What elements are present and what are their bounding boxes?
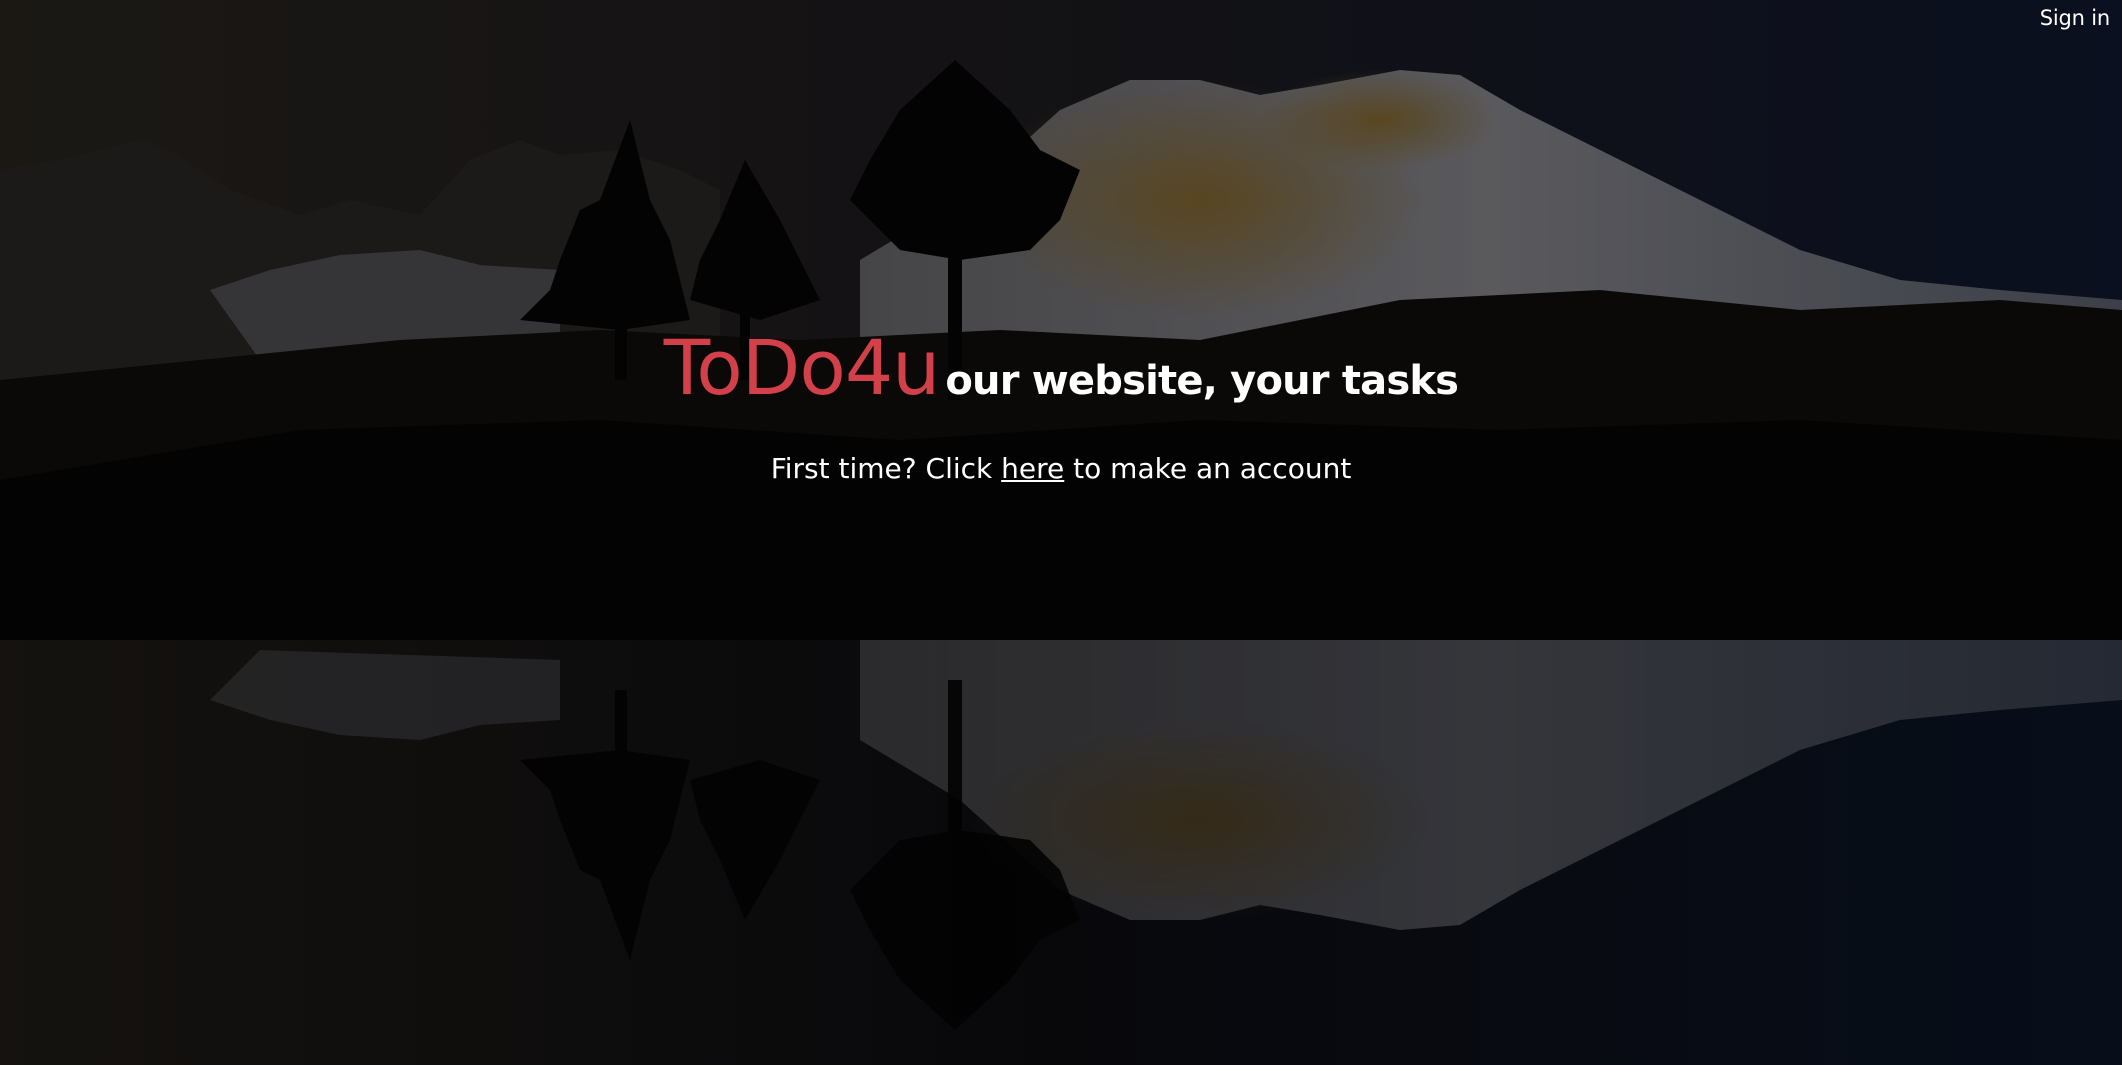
signup-here-link[interactable]: here bbox=[1001, 452, 1064, 485]
sign-in-link[interactable]: Sign in bbox=[2040, 6, 2110, 30]
hero-title: ToDo4u our website, your tasks bbox=[0, 330, 2122, 406]
signup-prompt: First time? Click here to make an accoun… bbox=[0, 452, 2122, 485]
signup-prefix: First time? Click bbox=[770, 452, 1002, 485]
brand-logo-text: ToDo4u bbox=[663, 323, 941, 412]
landing-page: Sign in ToDo4u our website, your tasks Fi… bbox=[0, 0, 2122, 1065]
tagline: our website, your tasks bbox=[945, 358, 1459, 404]
background-image bbox=[0, 0, 2122, 1065]
signup-suffix: to make an account bbox=[1064, 452, 1352, 485]
hero-section: ToDo4u our website, your tasks First time… bbox=[0, 330, 2122, 486]
